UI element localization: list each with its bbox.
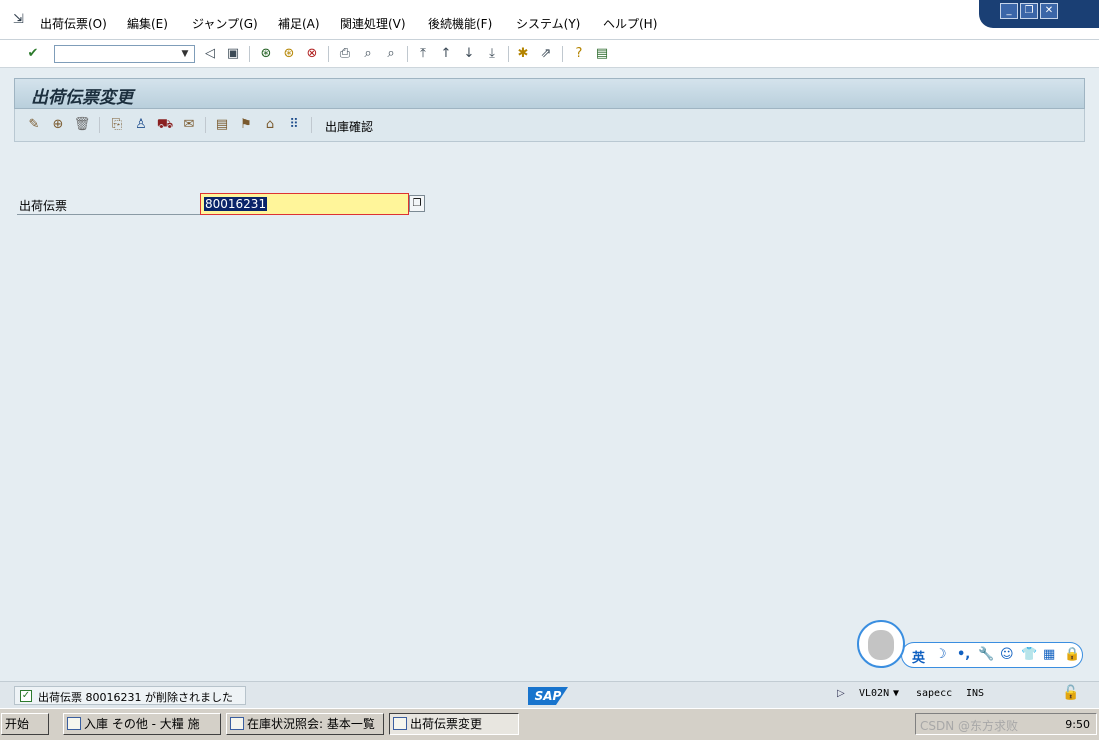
header-details-icon[interactable]: ⎘ <box>108 116 126 134</box>
first-page-icon[interactable]: ⤒ <box>414 45 432 63</box>
minimize-button[interactable]: _ <box>1000 3 1018 19</box>
status-expand-icon[interactable]: ▷ <box>837 688 845 699</box>
title-bar: 出荷伝票変更 <box>14 78 1085 109</box>
post-goods-issue-button[interactable]: 出庫確認 <box>325 118 373 135</box>
start-button[interactable]: 开始 <box>1 713 49 735</box>
exit-icon[interactable]: ⊛ <box>280 45 298 63</box>
menu-edit[interactable]: 編集(E) <box>127 15 168 32</box>
menu-bar: ⇲ 出荷伝票(O) 編集(E) ジャンプ(G) 補足(A) 関連処理(V) 後続… <box>0 0 1099 40</box>
packing-icon[interactable]: ▤ <box>213 116 231 134</box>
taskbar-item-change-delivery[interactable]: 出荷伝票変更 <box>389 713 519 735</box>
sap-logo: SAP <box>528 687 568 705</box>
ime-language-toggle[interactable]: 英 <box>912 647 925 666</box>
find-icon[interactable]: ⌕ <box>359 45 377 63</box>
restore-button[interactable]: ❐ <box>1020 3 1038 19</box>
command-field[interactable]: ▼ <box>54 45 195 63</box>
clock[interactable]: 9:50 <box>1065 718 1090 731</box>
window-icon <box>67 717 81 730</box>
enter-icon[interactable]: ✔ <box>24 45 42 63</box>
batch-split-icon[interactable]: ⚑ <box>237 116 255 134</box>
success-icon: ✓ <box>20 690 32 702</box>
grid-icon[interactable]: ▦ <box>1043 647 1055 662</box>
help-icon[interactable]: ? <box>570 45 588 63</box>
main-content: 出荷伝票 80016231 ❐ <box>14 142 1085 679</box>
punctuation-icon[interactable]: •, <box>957 647 970 662</box>
back-icon[interactable]: ⊛ <box>257 45 275 63</box>
chevron-down-icon[interactable]: ▼ <box>176 46 194 62</box>
window-icon <box>393 717 407 730</box>
emoji-icon[interactable]: ☺ <box>1000 647 1014 662</box>
dates-icon[interactable]: ⠿ <box>285 116 303 134</box>
lock-icon[interactable]: 🔒 <box>1064 647 1080 662</box>
display-change-icon[interactable]: ✎ <box>25 116 43 134</box>
print-icon[interactable]: ⎙ <box>336 45 354 63</box>
ime-toolbar: 英 ☽ •, 🔧 ☺ 👕 ▦ 🔒 <box>857 620 1083 670</box>
system-tray: CSDN @东方求败 9:50 <box>915 713 1097 735</box>
close-button[interactable]: ✕ <box>1040 3 1058 19</box>
moon-icon[interactable]: ☽ <box>935 647 947 662</box>
delivery-number-value[interactable]: 80016231 <box>204 197 268 211</box>
shortcut-icon[interactable]: ⇗ <box>537 45 555 63</box>
menu-delivery[interactable]: 出荷伝票(O) <box>40 15 107 32</box>
status-message[interactable]: ✓ 出荷伝票 80016231 が削除されました <box>14 686 246 705</box>
input-mode[interactable]: INS <box>966 688 984 699</box>
taskbar: 开始 入庫 その他 - 大糧 施 在庫状況照会: 基本一覧 出荷伝票変更 CSD… <box>0 708 1099 740</box>
next-page-icon[interactable]: ↓ <box>460 45 478 63</box>
secure-connection-icon: 🔓 <box>1062 685 1080 701</box>
window-controls: _ ❐ ✕ <box>979 0 1099 28</box>
server-name: sapecc <box>916 688 953 699</box>
taskbar-item-stock-overview[interactable]: 在庫状況照会: 基本一覧 <box>226 713 384 735</box>
cancel-icon[interactable]: ⊗ <box>303 45 321 63</box>
menu-extras[interactable]: 補足(A) <box>278 15 320 32</box>
texts-icon[interactable]: ✉ <box>180 116 198 134</box>
transaction-dropdown-icon[interactable]: ▼ <box>893 688 899 699</box>
output-icon[interactable]: ⛟ <box>156 116 174 134</box>
transaction-code[interactable]: VL02N <box>859 688 889 699</box>
ime-bar: 英 ☽ •, 🔧 ☺ 👕 ▦ 🔒 <box>901 642 1083 668</box>
status-bar: ✓ 出荷伝票 80016231 が削除されました SAP ▷ VL02N ▼ s… <box>0 681 1099 708</box>
delivery-number-input[interactable]: 80016231 <box>200 193 409 215</box>
page-title: 出荷伝票変更 <box>31 88 133 108</box>
create-icon[interactable]: ⊕ <box>49 116 67 134</box>
value-help-icon[interactable]: ❐ <box>409 195 425 212</box>
delivery-field-label: 出荷伝票 <box>19 199 68 213</box>
history-back-icon[interactable]: ◁ <box>201 45 219 63</box>
previous-page-icon[interactable]: ↑ <box>437 45 455 63</box>
delete-icon[interactable]: 🗑 <box>73 116 91 134</box>
taskbar-item-goods-receipt[interactable]: 入庫 その他 - 大糧 施 <box>63 713 221 735</box>
menu-help[interactable]: ヘルプ(H) <box>603 15 657 32</box>
status-message-text: 出荷伝票 80016231 が削除されました <box>38 691 233 704</box>
command-input[interactable] <box>55 46 175 62</box>
find-next-icon[interactable]: ⌕ <box>382 45 400 63</box>
menu-environment[interactable]: 関連処理(V) <box>340 15 406 32</box>
partner-icon[interactable]: ♙ <box>132 116 150 134</box>
warehouse-icon[interactable]: ⌂ <box>261 116 279 134</box>
system-toolbar: ✔ ▼ ◁ ▣ ⊛ ⊛ ⊗ ⎙ ⌕ ⌕ ⤒ ↑ ↓ ⤓ ✱ ⇗ ? ▤ <box>0 40 1099 68</box>
window-icon <box>230 717 244 730</box>
last-page-icon[interactable]: ⤓ <box>483 45 501 63</box>
ime-avatar[interactable] <box>857 620 905 668</box>
watermark-text: CSDN @东方求败 <box>920 719 1019 733</box>
system-menu-icon[interactable]: ⇲ <box>13 12 29 27</box>
save-icon[interactable]: ▣ <box>224 45 242 63</box>
skin-icon[interactable]: 👕 <box>1021 647 1037 662</box>
application-toolbar: ✎ ⊕ 🗑 ⎘ ♙ ⛟ ✉ ▤ ⚑ ⌂ ⠿ 出庫確認 <box>14 109 1085 142</box>
menu-system[interactable]: システム(Y) <box>516 15 580 32</box>
menu-goto[interactable]: ジャンプ(G) <box>192 15 258 32</box>
new-session-icon[interactable]: ✱ <box>514 45 532 63</box>
layout-menu-icon[interactable]: ▤ <box>593 45 611 63</box>
wrench-icon[interactable]: 🔧 <box>978 647 994 662</box>
menu-subsequent-functions[interactable]: 後続機能(F) <box>428 15 492 32</box>
